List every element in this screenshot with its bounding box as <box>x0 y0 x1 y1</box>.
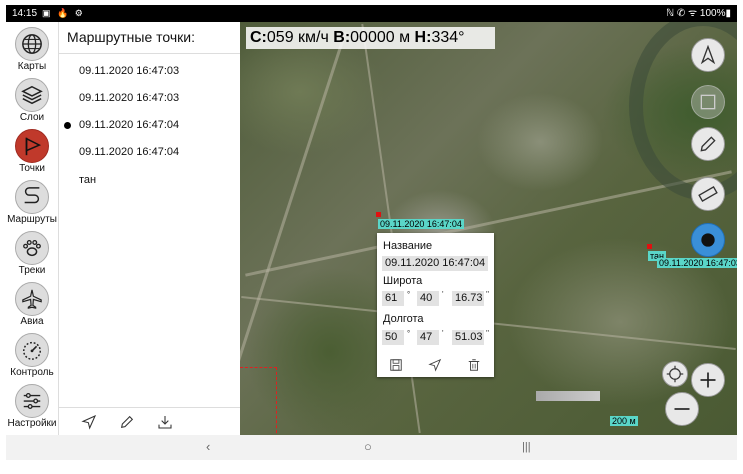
sidebar-item-label: Маршруты <box>7 214 57 225</box>
longitude-label: Долгота <box>383 313 424 325</box>
altitude-label: В: <box>333 29 351 46</box>
sidebar-item-label: Настройки <box>7 418 57 429</box>
minute-symbol: ' <box>442 329 444 338</box>
zoom-in-button[interactable] <box>691 363 725 397</box>
recents-button[interactable]: ||| <box>522 441 531 453</box>
layers-icon <box>15 78 49 112</box>
list-item-label: 09.11.2020 16:47:04 <box>79 119 180 131</box>
trash-icon[interactable] <box>467 358 481 372</box>
frame-icon <box>700 94 716 110</box>
sidebar-item-label: Карты <box>17 61 47 72</box>
longitude-seconds-field[interactable]: 51.03 <box>452 330 484 345</box>
selected-bullet-icon <box>64 122 71 129</box>
waypoint-marker[interactable] <box>376 212 381 217</box>
zoom-out-icon <box>674 408 690 410</box>
sidebar-item-maps[interactable]: Карты <box>6 24 58 75</box>
status-time: 14:15 <box>12 8 38 19</box>
sidebar-item-tracks[interactable]: Треки <box>6 228 58 279</box>
second-symbol: '' <box>486 290 490 299</box>
route-icon <box>15 180 49 214</box>
speed-altitude-heading-panel: С:059 км/ч В:00000 м Н:334° <box>246 27 495 49</box>
sidebar-item-avia[interactable]: Авиа <box>6 279 58 330</box>
list-item[interactable]: 09.11.2020 16:47:04 <box>79 146 179 158</box>
list-item[interactable]: 09.11.2020 16:47:03 <box>79 92 179 104</box>
crosshair-icon <box>666 365 684 383</box>
navigate-icon[interactable] <box>428 358 442 372</box>
sidebar-item-control[interactable]: Контроль <box>6 330 58 381</box>
download-icon[interactable] <box>157 414 173 430</box>
latitude-minutes-field[interactable]: 40 <box>417 291 439 306</box>
sidebar-item-layers[interactable]: Слои <box>6 75 58 126</box>
location-icon <box>701 233 715 247</box>
sidebar-item-settings[interactable]: Настройки <box>6 381 58 432</box>
sidebar-item-label: Слои <box>19 112 45 123</box>
latitude-degrees-field[interactable]: 61 <box>382 291 404 306</box>
frame-button[interactable] <box>691 85 725 119</box>
longitude-minutes-field[interactable]: 47 <box>417 330 439 345</box>
flag-icon <box>15 129 49 163</box>
list-title: Маршрутные точки: <box>67 29 195 45</box>
draw-button[interactable] <box>691 127 725 161</box>
speed-label: С: <box>250 29 267 46</box>
zoom-out-button[interactable] <box>665 392 699 426</box>
app-frame: 14:15 ▣ 🔥 ⚙ ℕ ✆ ᯤ 100%▮ Карты Слои Точки <box>6 5 737 460</box>
name-field[interactable]: 09.11.2020 16:47:04 <box>382 256 488 271</box>
heading-label: Н: <box>414 29 432 46</box>
location-button[interactable] <box>691 223 725 257</box>
status-bar: 14:15 ▣ 🔥 ⚙ ℕ ✆ ᯤ 100%▮ <box>6 5 737 22</box>
pencil-icon[interactable] <box>119 414 135 430</box>
compass-button[interactable] <box>691 38 725 72</box>
waypoint-info-popup: Название 09.11.2020 16:47:04 Широта 61 °… <box>377 233 494 377</box>
ruler-button[interactable] <box>691 177 725 211</box>
scale-bar <box>536 391 600 401</box>
latitude-label: Широта <box>383 275 423 287</box>
map-boundary <box>240 367 277 435</box>
globe-icon <box>15 27 49 61</box>
airplane-icon <box>15 282 49 316</box>
divider <box>59 53 240 54</box>
list-item-selected[interactable]: 09.11.2020 16:47:04 <box>64 119 180 131</box>
status-right: ℕ ✆ ᯤ 100%▮ <box>666 8 731 19</box>
pencil-icon <box>700 136 716 152</box>
altitude-value: 00000 м <box>350 29 411 46</box>
heading-value: 334° <box>431 29 465 46</box>
name-label: Название <box>383 240 433 252</box>
minute-symbol: ' <box>442 290 444 299</box>
system-nav-bar: ‹ ○ ||| <box>6 435 737 460</box>
status-icons: ▣ 🔥 ⚙ <box>42 8 85 18</box>
waypoint-list-panel: Маршрутные точки: 09.11.2020 16:47:03 09… <box>59 22 240 435</box>
list-item[interactable]: тан <box>79 174 96 186</box>
list-item[interactable]: 09.11.2020 16:47:03 <box>79 65 179 77</box>
degree-symbol: ° <box>407 329 411 338</box>
sidebar-item-label: Точки <box>19 163 45 174</box>
waypoint-marker[interactable] <box>647 244 652 249</box>
speed-value: 059 км/ч <box>266 29 329 46</box>
paw-icon <box>15 231 49 265</box>
save-icon[interactable] <box>389 358 403 372</box>
sliders-icon <box>15 384 49 418</box>
sidebar-item-label: Контроль <box>10 367 54 378</box>
back-button[interactable]: ‹ <box>206 439 210 454</box>
sidebar-item-points[interactable]: Точки <box>6 126 58 177</box>
compass-icon <box>700 45 716 65</box>
crosshair-button[interactable] <box>662 361 688 387</box>
gauge-icon <box>15 333 49 367</box>
second-symbol: '' <box>486 329 490 338</box>
zoom-in-icon <box>700 372 716 388</box>
latitude-seconds-field[interactable]: 16.73 <box>452 291 484 306</box>
sidebar: Карты Слои Точки Маршруты Треки Авиа Кон… <box>6 22 59 435</box>
sidebar-item-label: Треки <box>18 265 46 276</box>
list-toolbar <box>59 407 240 436</box>
degree-symbol: ° <box>407 290 411 299</box>
home-button[interactable]: ○ <box>364 439 372 454</box>
sidebar-item-label: Авиа <box>20 316 44 327</box>
waypoint-label: 09.11.2020 16:47:03 <box>657 258 737 268</box>
waypoint-label: 09.11.2020 16:47:04 <box>378 219 464 229</box>
sidebar-item-routes[interactable]: Маршруты <box>6 177 58 228</box>
ruler-icon <box>698 186 718 202</box>
scale-label: 200 м <box>610 416 638 426</box>
navigate-icon[interactable] <box>81 414 97 430</box>
longitude-degrees-field[interactable]: 50 <box>382 330 404 345</box>
